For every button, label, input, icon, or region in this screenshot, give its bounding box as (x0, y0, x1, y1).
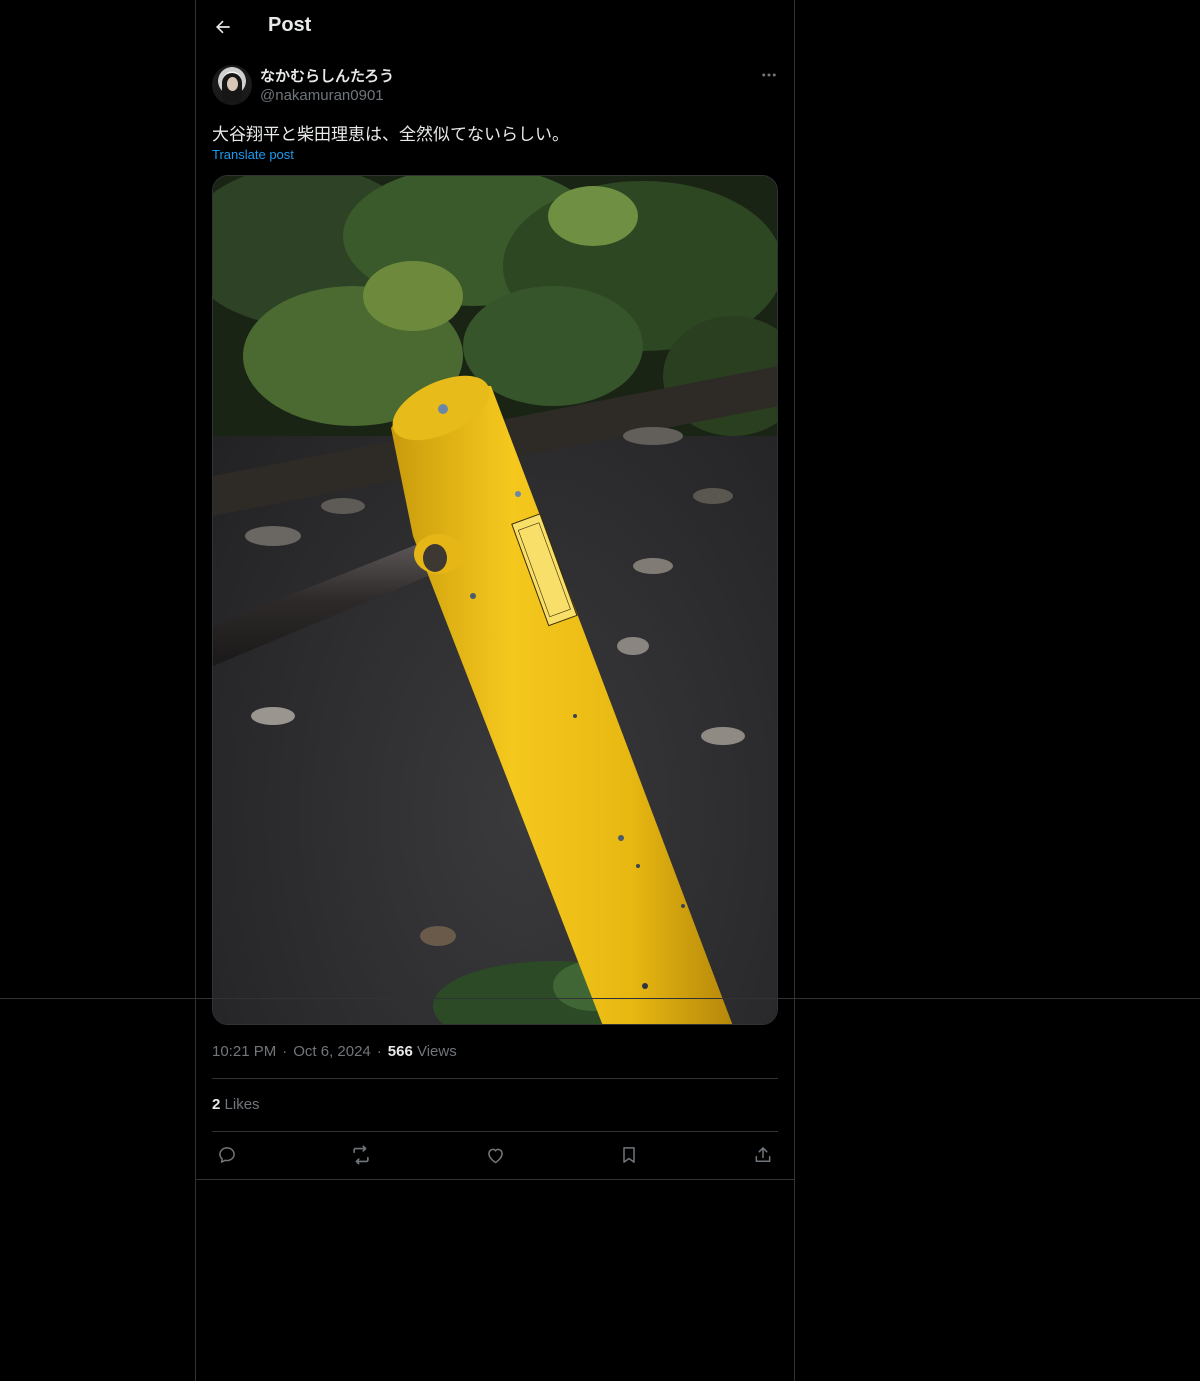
viewport-guide-line (0, 998, 1200, 999)
more-options-button[interactable] (756, 62, 782, 88)
post-image[interactable] (212, 175, 778, 1025)
share-icon (755, 1147, 771, 1162)
meta-separator-2: · (376, 1043, 382, 1060)
likes-stat[interactable]: 2 Likes (212, 1096, 260, 1113)
post-date[interactable]: Oct 6, 2024 (293, 1043, 371, 1060)
repost-button[interactable] (346, 1140, 376, 1170)
back-button[interactable] (206, 10, 240, 44)
bookmark-icon (623, 1147, 635, 1163)
reply-button[interactable] (212, 1140, 242, 1170)
likes-label: Likes (224, 1096, 260, 1113)
post-text: 大谷翔平と柴田理恵は、全然似てないらしい。 (212, 125, 569, 145)
post-time[interactable]: 10:21 PM (212, 1043, 276, 1060)
meta-separator: · (282, 1043, 288, 1060)
views-label: Views (416, 1043, 457, 1060)
avatar-face (227, 77, 238, 91)
header: Post (196, 0, 794, 55)
post-meta: 10:21 PM · Oct 6, 2024 · 566 Views (212, 1043, 457, 1060)
action-bar (212, 1140, 778, 1172)
divider (212, 1131, 778, 1132)
like-icon (487, 1148, 503, 1163)
author-name[interactable]: なかむらしんたろう (260, 65, 394, 86)
like-button[interactable] (480, 1140, 510, 1170)
photo-yellow-pole (213, 176, 777, 1024)
share-button[interactable] (748, 1140, 778, 1170)
divider (212, 1078, 778, 1079)
reply-icon (219, 1147, 235, 1163)
likes-count: 2 (212, 1096, 221, 1113)
author-handle[interactable]: @nakamuran0901 (260, 87, 384, 104)
repost-icon (353, 1145, 369, 1165)
page-title: Post (268, 14, 312, 36)
avatar[interactable] (212, 65, 252, 105)
bookmark-button[interactable] (614, 1140, 644, 1170)
more-icon (762, 73, 776, 77)
arrow-left-icon (216, 20, 230, 34)
post-column: Post なかむらしんたろう @nakamuran0901 大谷翔平と柴田理恵は… (195, 0, 795, 1381)
translate-post-link[interactable]: Translate post (212, 147, 294, 162)
views-count: 566 (387, 1043, 413, 1060)
post-bottom-border (196, 1179, 794, 1180)
